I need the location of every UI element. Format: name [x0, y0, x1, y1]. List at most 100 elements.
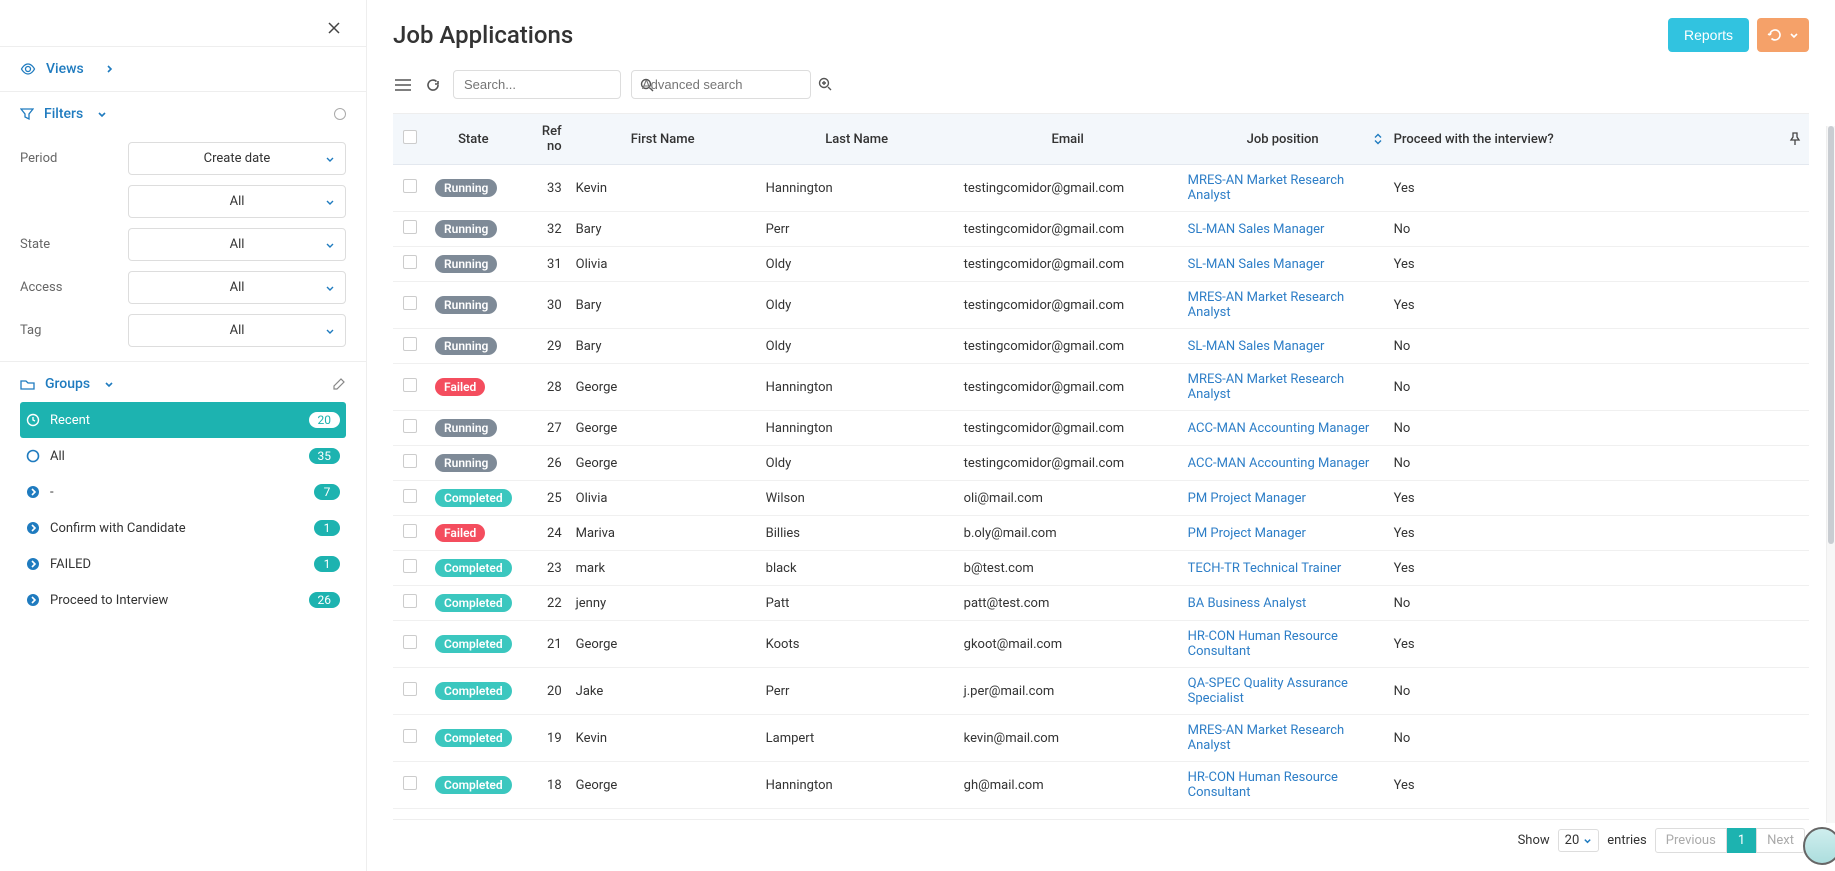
close-icon[interactable]	[324, 18, 344, 38]
cell-email: testingcomidor@gmail.com	[956, 329, 1180, 364]
table-row[interactable]: Failed28GeorgeHanningtontestingcomidor@g…	[393, 364, 1809, 411]
row-checkbox[interactable]	[403, 559, 417, 573]
row-checkbox[interactable]	[403, 296, 417, 310]
search-input[interactable]	[464, 77, 640, 92]
refresh-dropdown-button[interactable]	[1757, 18, 1809, 52]
prev-button[interactable]: Previous	[1655, 828, 1727, 853]
table-row[interactable]: Completed20JakePerrj.per@mail.comQA-SPEC…	[393, 668, 1809, 715]
search-plus-icon[interactable]	[818, 77, 833, 92]
group-item[interactable]: FAILED1	[20, 546, 346, 582]
table-row[interactable]: Running33KevinHanningtontestingcomidor@g…	[393, 165, 1809, 212]
row-checkbox[interactable]	[403, 635, 417, 649]
group-item[interactable]: All35	[20, 438, 346, 474]
row-checkbox[interactable]	[403, 419, 417, 433]
table-row[interactable]: Completed19KevinLampertkevin@mail.comMRE…	[393, 715, 1809, 762]
job-link[interactable]: ACC-MAN Accounting Manager	[1188, 421, 1370, 436]
search-box[interactable]	[453, 70, 621, 99]
table-row[interactable]: Completed21GeorgeKootsgkoot@mail.comHR-C…	[393, 621, 1809, 668]
row-checkbox[interactable]	[403, 776, 417, 790]
cell-first-name: Olivia	[568, 247, 758, 282]
state-select[interactable]: All	[128, 228, 346, 261]
filters-toggle[interactable]: Filters	[20, 106, 107, 122]
page-1-button[interactable]: 1	[1727, 828, 1756, 853]
job-link[interactable]: MRES-AN Market Research Analyst	[1188, 372, 1345, 402]
job-link[interactable]: ACC-MAN Accounting Manager	[1188, 456, 1370, 471]
row-checkbox[interactable]	[403, 524, 417, 538]
scrollbar[interactable]	[1826, 126, 1835, 823]
row-checkbox[interactable]	[403, 729, 417, 743]
col-state[interactable]: State	[427, 114, 520, 165]
table-row[interactable]: Completed22jennyPattpatt@test.comBA Busi…	[393, 586, 1809, 621]
page-size-select[interactable]: 20	[1558, 829, 1600, 852]
groups-toggle[interactable]: Groups	[20, 376, 114, 392]
state-badge: Running	[435, 337, 497, 355]
table-row[interactable]: Completed25OliviaWilsonoli@mail.comPM Pr…	[393, 481, 1809, 516]
menu-icon[interactable]	[393, 75, 413, 95]
col-email[interactable]: Email	[956, 114, 1180, 165]
row-checkbox[interactable]	[403, 179, 417, 193]
group-item[interactable]: Recent20	[20, 402, 346, 438]
access-select[interactable]: All	[128, 271, 346, 304]
group-item[interactable]: -7	[20, 474, 346, 510]
job-link[interactable]: QA-SPEC Quality Assurance Specialist	[1188, 676, 1348, 706]
job-link[interactable]: MRES-AN Market Research Analyst	[1188, 723, 1345, 753]
edit-icon[interactable]	[332, 377, 346, 391]
period-select-createdate[interactable]: Create date	[128, 142, 346, 175]
tag-select[interactable]: All	[128, 314, 346, 347]
row-checkbox[interactable]	[403, 594, 417, 608]
next-button[interactable]: Next	[1756, 828, 1805, 853]
cell-ref: 30	[520, 282, 568, 329]
table-row[interactable]: Running29BaryOldytestingcomidor@gmail.co…	[393, 329, 1809, 364]
row-checkbox[interactable]	[403, 220, 417, 234]
row-checkbox[interactable]	[403, 682, 417, 696]
row-checkbox[interactable]	[403, 454, 417, 468]
col-checkbox[interactable]	[393, 114, 427, 165]
advanced-search-box[interactable]	[631, 70, 811, 99]
table-row[interactable]: Running31OliviaOldytestingcomidor@gmail.…	[393, 247, 1809, 282]
reports-button[interactable]: Reports	[1668, 18, 1749, 52]
chevron-down-icon	[325, 240, 335, 250]
table-row[interactable]: Completed18GeorgeHanningtongh@mail.comHR…	[393, 762, 1809, 809]
table-row[interactable]: Running27GeorgeHanningtontestingcomidor@…	[393, 411, 1809, 446]
table-row[interactable]: Running32BaryPerrtestingcomidor@gmail.co…	[393, 212, 1809, 247]
filter-radio[interactable]	[334, 108, 346, 120]
job-link[interactable]: HR-CON Human Resource Consultant	[1188, 629, 1338, 659]
group-item[interactable]: Confirm with Candidate1	[20, 510, 346, 546]
col-last-name[interactable]: Last Name	[758, 114, 956, 165]
row-checkbox[interactable]	[403, 378, 417, 392]
table-row[interactable]: Failed24MarivaBilliesb.oly@mail.comPM Pr…	[393, 516, 1809, 551]
sort-icon[interactable]	[1374, 134, 1382, 145]
job-link[interactable]: PM Project Manager	[1188, 526, 1306, 541]
row-checkbox[interactable]	[403, 489, 417, 503]
table-row[interactable]: Running30BaryOldytestingcomidor@gmail.co…	[393, 282, 1809, 329]
job-link[interactable]: TECH-TR Technical Trainer	[1188, 561, 1342, 576]
job-link[interactable]: SL-MAN Sales Manager	[1188, 339, 1325, 354]
row-checkbox[interactable]	[403, 337, 417, 351]
views-toggle[interactable]: Views	[20, 61, 346, 77]
job-link[interactable]: SL-MAN Sales Manager	[1188, 257, 1325, 272]
job-link[interactable]: MRES-AN Market Research Analyst	[1188, 290, 1345, 320]
group-name: FAILED	[50, 557, 91, 572]
col-pin[interactable]	[1781, 114, 1809, 165]
job-link[interactable]: PM Project Manager	[1188, 491, 1306, 506]
table-row[interactable]: Running26GeorgeOldytestingcomidor@gmail.…	[393, 446, 1809, 481]
col-first-name[interactable]: First Name	[568, 114, 758, 165]
col-job-position[interactable]: Job position	[1180, 114, 1386, 165]
select-all-checkbox[interactable]	[403, 130, 417, 144]
job-link[interactable]: MRES-AN Market Research Analyst	[1188, 173, 1345, 203]
col-proceed[interactable]: Proceed with the interview?	[1386, 114, 1781, 165]
job-link[interactable]: SL-MAN Sales Manager	[1188, 222, 1325, 237]
table-row[interactable]: Completed23markblackb@test.comTECH-TR Te…	[393, 551, 1809, 586]
job-link[interactable]: BA Business Analyst	[1188, 596, 1307, 611]
advanced-search-input[interactable]	[642, 77, 818, 92]
entries-label: entries	[1607, 833, 1647, 848]
col-ref[interactable]: Ref no	[520, 114, 568, 165]
cell-last-name: Billies	[758, 516, 956, 551]
reload-icon[interactable]	[423, 75, 443, 95]
period-select-range[interactable]: All	[128, 185, 346, 218]
cell-proceed: Yes	[1386, 481, 1781, 516]
assistant-avatar[interactable]	[1803, 827, 1835, 865]
row-checkbox[interactable]	[403, 255, 417, 269]
job-link[interactable]: HR-CON Human Resource Consultant	[1188, 770, 1338, 800]
group-item[interactable]: Proceed to Interview26	[20, 582, 346, 618]
